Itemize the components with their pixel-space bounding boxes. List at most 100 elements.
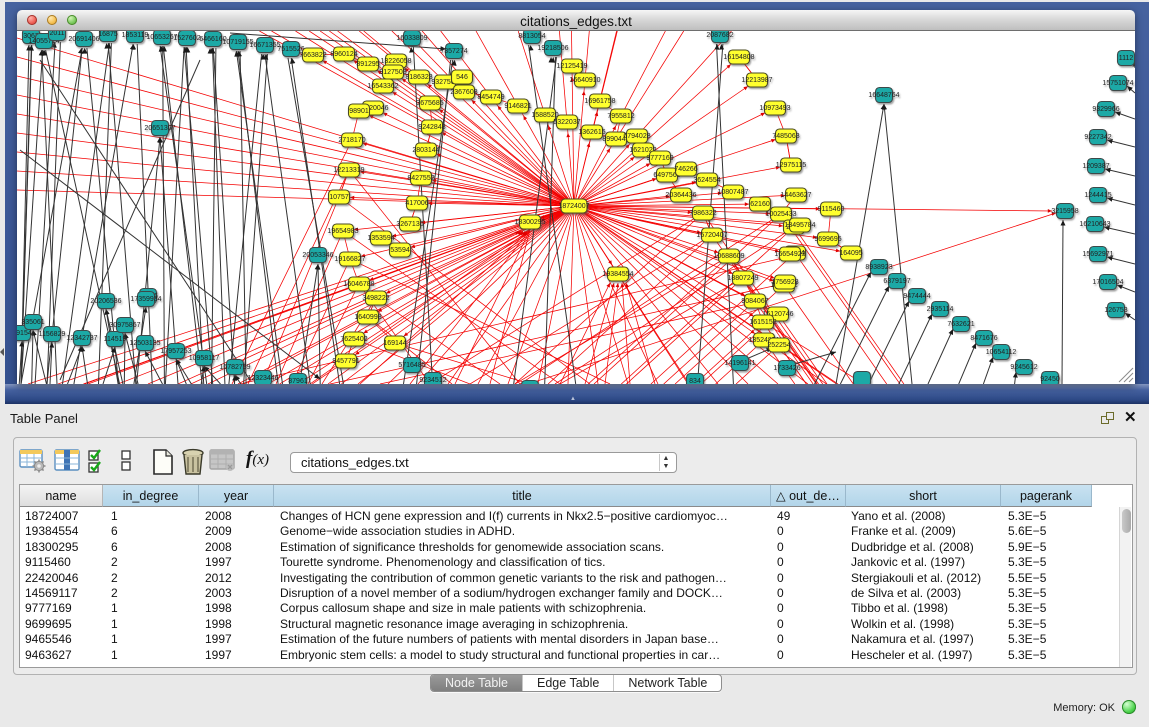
svg-text:6379197: 6379197 bbox=[883, 278, 910, 285]
svg-text:114519: 114519 bbox=[104, 336, 127, 343]
svg-text:10807487: 10807487 bbox=[717, 189, 748, 196]
svg-text:10958117: 10958117 bbox=[189, 355, 220, 362]
svg-text:2718170: 2718170 bbox=[338, 137, 365, 144]
svg-text:1733426: 1733426 bbox=[773, 365, 800, 372]
svg-text:8186323: 8186323 bbox=[405, 74, 432, 81]
svg-text:335061: 335061 bbox=[21, 319, 44, 326]
svg-text:20053346: 20053346 bbox=[302, 252, 333, 259]
svg-text:18724007: 18724007 bbox=[558, 203, 589, 210]
svg-text:5322037: 5322037 bbox=[553, 119, 580, 126]
svg-text:16154808: 16154808 bbox=[723, 54, 754, 61]
svg-text:8471676: 8471676 bbox=[970, 335, 997, 342]
svg-text:891295: 891295 bbox=[356, 61, 379, 68]
svg-text:3624554: 3624554 bbox=[693, 177, 720, 184]
svg-text:5716485: 5716485 bbox=[398, 362, 425, 369]
svg-text:10025433: 10025433 bbox=[765, 211, 796, 218]
svg-text:19166827: 19166827 bbox=[334, 256, 365, 263]
svg-text:1362615: 1362615 bbox=[578, 129, 605, 136]
svg-text:1853119: 1853119 bbox=[122, 32, 149, 39]
svg-text:8813054: 8813054 bbox=[518, 33, 545, 40]
svg-text:7625402: 7625402 bbox=[340, 336, 367, 343]
svg-text:546: 546 bbox=[456, 74, 468, 81]
svg-text:1156829: 1156829 bbox=[39, 331, 66, 338]
svg-text:12342737: 12342737 bbox=[66, 335, 97, 342]
svg-text:7663822: 7663822 bbox=[299, 52, 326, 59]
svg-text:15751074: 15751074 bbox=[1102, 80, 1133, 87]
svg-text:9227342: 9227342 bbox=[1084, 134, 1111, 141]
svg-text:19218506: 19218506 bbox=[537, 45, 568, 52]
svg-text:16961758: 16961758 bbox=[584, 98, 615, 105]
svg-text:18807249: 18807249 bbox=[727, 275, 758, 282]
svg-text:746266: 746266 bbox=[674, 166, 697, 173]
svg-text:8454749: 8454749 bbox=[477, 94, 504, 101]
svg-text:7485063: 7485063 bbox=[772, 133, 799, 140]
svg-text:16782759: 16782759 bbox=[219, 364, 250, 371]
svg-text:2011: 2011 bbox=[49, 31, 64, 37]
svg-text:9146821: 9146821 bbox=[504, 103, 531, 110]
svg-text:9329966: 9329966 bbox=[1092, 106, 1119, 113]
svg-text:2935114: 2935114 bbox=[927, 306, 954, 313]
svg-text:1615152: 1615152 bbox=[749, 319, 776, 326]
svg-text:9115460: 9115460 bbox=[818, 206, 845, 213]
svg-text:53594: 53594 bbox=[390, 247, 410, 254]
svg-text:10973493: 10973493 bbox=[759, 105, 790, 112]
svg-text:12975115: 12975115 bbox=[776, 162, 807, 169]
svg-text:16648764: 16648764 bbox=[868, 92, 899, 99]
svg-text:9457791: 9457791 bbox=[332, 358, 359, 365]
svg-text:8427552: 8427552 bbox=[407, 175, 434, 182]
svg-text:9242848: 9242848 bbox=[418, 124, 445, 131]
svg-text:9777169: 9777169 bbox=[646, 155, 673, 162]
svg-text:16033809: 16033809 bbox=[396, 35, 427, 42]
svg-text:87961: 87961 bbox=[288, 378, 308, 384]
svg-text:417006: 417006 bbox=[405, 200, 428, 207]
svg-text:7986322: 7986322 bbox=[689, 210, 716, 217]
svg-text:8960124: 8960124 bbox=[330, 51, 357, 58]
svg-text:16046788: 16046788 bbox=[343, 281, 374, 288]
svg-text:39154: 39154 bbox=[17, 330, 32, 337]
svg-text:3267130: 3267130 bbox=[396, 221, 423, 228]
svg-text:12125419: 12125419 bbox=[556, 63, 587, 70]
svg-text:98901: 98901 bbox=[349, 108, 369, 115]
svg-text:13495784: 13495784 bbox=[784, 222, 815, 229]
svg-text:1756928: 1756928 bbox=[771, 279, 798, 286]
svg-text:126753: 126753 bbox=[1104, 307, 1127, 314]
svg-text:1640998: 1640998 bbox=[354, 314, 381, 321]
svg-text:18300295: 18300295 bbox=[514, 219, 545, 226]
svg-text:7357274: 7357274 bbox=[440, 48, 467, 55]
svg-text:16543362: 16543362 bbox=[367, 83, 398, 90]
svg-text:3498222: 3498222 bbox=[362, 295, 389, 302]
svg-text:7632621: 7632621 bbox=[947, 321, 974, 328]
svg-text:834: 834 bbox=[689, 378, 701, 384]
svg-text:9474444: 9474444 bbox=[903, 293, 930, 300]
svg-text:9127503: 9127503 bbox=[379, 69, 406, 76]
svg-text:17359934: 17359934 bbox=[130, 296, 161, 303]
svg-text:14196141: 14196141 bbox=[724, 360, 755, 367]
svg-text:3675685: 3675685 bbox=[416, 100, 443, 107]
svg-text:16210643: 16210643 bbox=[1079, 221, 1110, 228]
svg-text:20651307: 20651307 bbox=[144, 125, 175, 132]
svg-text:14463627: 14463627 bbox=[780, 192, 811, 199]
svg-text:10654112: 10654112 bbox=[986, 349, 1017, 356]
svg-text:6794028: 6794028 bbox=[623, 133, 650, 140]
svg-text:15720407: 15720407 bbox=[696, 232, 727, 239]
svg-text:9245612: 9245612 bbox=[1010, 364, 1037, 371]
svg-text:12213319: 12213319 bbox=[333, 167, 364, 174]
svg-text:164095: 164095 bbox=[839, 250, 862, 257]
svg-text:13226058: 13226058 bbox=[380, 58, 411, 65]
svg-text:20691406: 20691406 bbox=[68, 36, 99, 43]
svg-text:12503135: 12503135 bbox=[129, 340, 160, 347]
svg-text:1588520: 1588520 bbox=[531, 112, 558, 119]
svg-text:9084067: 9084067 bbox=[741, 298, 768, 305]
svg-text:2087682: 2087682 bbox=[706, 32, 733, 39]
svg-text:92450: 92450 bbox=[1040, 376, 1060, 383]
svg-text:17957253: 17957253 bbox=[160, 348, 191, 355]
svg-text:20364436: 20364436 bbox=[665, 192, 696, 199]
svg-text:12213987: 12213987 bbox=[741, 77, 772, 84]
svg-text:19654983: 19654983 bbox=[327, 228, 358, 235]
svg-text:9234512: 9234512 bbox=[419, 377, 446, 384]
svg-text:16671355: 16671355 bbox=[249, 42, 280, 49]
svg-text:10757: 10757 bbox=[329, 194, 349, 201]
svg-text:19384554: 19384554 bbox=[602, 271, 633, 278]
svg-text:1112: 1112 bbox=[1119, 55, 1134, 62]
svg-text:16640910: 16640910 bbox=[569, 77, 600, 84]
